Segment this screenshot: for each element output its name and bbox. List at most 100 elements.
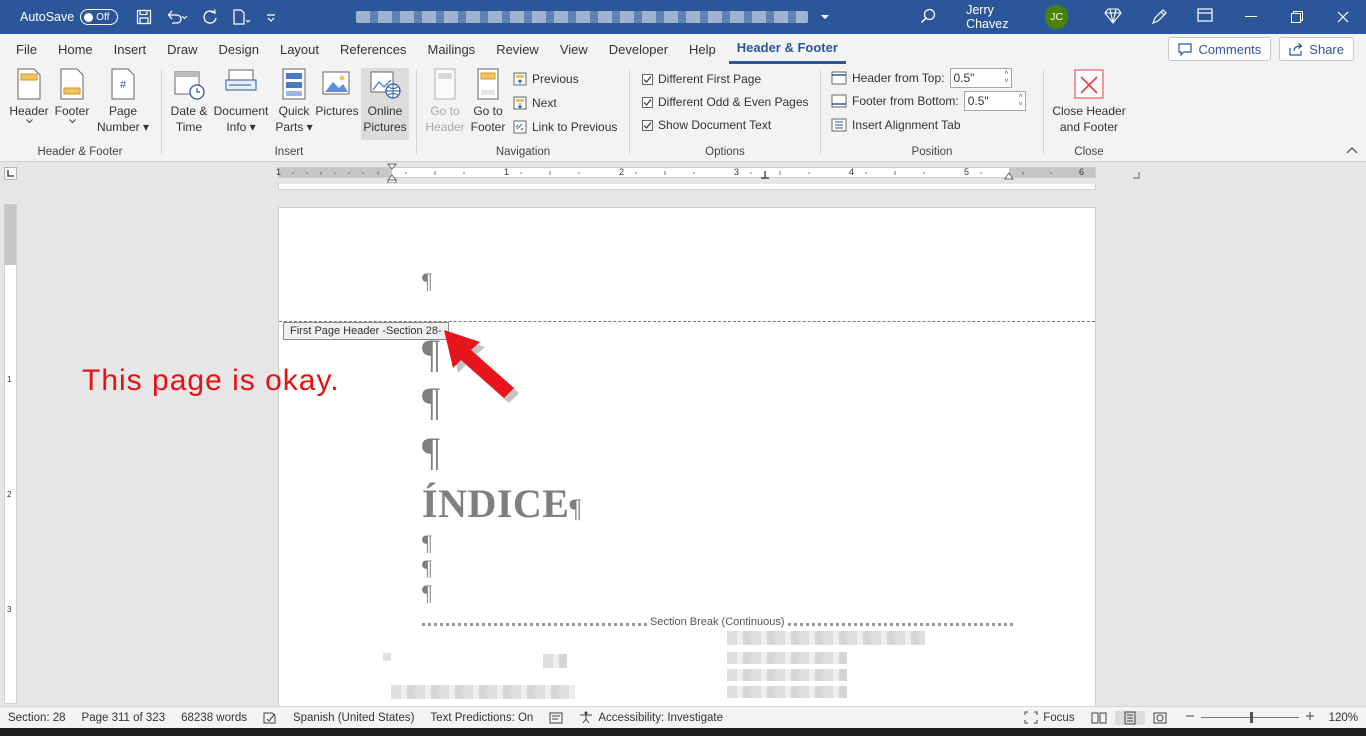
- text-predictions[interactable]: Text Predictions: On: [422, 712, 541, 724]
- autosave-state: Off: [96, 11, 110, 23]
- customize-qat-icon[interactable]: [266, 9, 276, 25]
- next-button[interactable]: Next: [513, 92, 557, 114]
- ruler-strip[interactable]: 1 1 2 3 4 5 6: [276, 167, 1096, 178]
- pictures-button[interactable]: Pictures: [315, 68, 359, 119]
- comments-button[interactable]: Comments: [1168, 37, 1272, 61]
- section-break-label: Section Break (Continuous): [648, 616, 787, 628]
- close-icon[interactable]: [1320, 0, 1366, 34]
- online-pictures-button[interactable]: Online Pictures: [361, 68, 409, 140]
- autosave-label: AutoSave: [20, 10, 75, 24]
- tab-stop-marker[interactable]: [760, 170, 770, 180]
- tab-references[interactable]: References: [332, 34, 414, 64]
- redo-icon[interactable]: [202, 9, 218, 25]
- date-time-button[interactable]: Date & Time: [168, 68, 210, 135]
- previous-button[interactable]: Previous: [513, 68, 579, 90]
- checkbox-checked[interactable]: [642, 119, 653, 131]
- indent-markers[interactable]: [386, 163, 398, 183]
- print-layout-icon[interactable]: [1114, 710, 1145, 725]
- autosave-control[interactable]: AutoSave Off: [20, 9, 119, 25]
- read-mode-icon[interactable]: [1083, 711, 1115, 724]
- footer-button[interactable]: Footer: [52, 68, 92, 127]
- document-page[interactable]: ¶ First Page Header -Section 28- ¶ ¶ ¶ Í…: [278, 207, 1096, 706]
- comment-icon: [1178, 42, 1193, 56]
- word-count[interactable]: 68238 words: [173, 712, 255, 724]
- different-odd-even-checkbox[interactable]: Different Odd & Even Pages: [642, 91, 809, 113]
- autosave-toggle[interactable]: Off: [80, 9, 119, 25]
- page-indicator[interactable]: Page 311 of 323: [74, 712, 174, 724]
- tab-mailings[interactable]: Mailings: [420, 34, 484, 64]
- language-indicator[interactable]: Spanish (United States): [285, 712, 422, 724]
- restore-icon[interactable]: [1274, 0, 1320, 34]
- tab-home[interactable]: Home: [50, 34, 101, 64]
- undo-icon[interactable]: [166, 9, 188, 25]
- blurred-text: [543, 654, 567, 668]
- accessibility-indicator[interactable]: Accessibility: Investigate: [571, 711, 731, 724]
- ruler-number: 2: [7, 490, 12, 499]
- user-name[interactable]: Jerry Chavez: [966, 3, 1035, 31]
- focus-button[interactable]: Focus: [1016, 711, 1082, 724]
- tab-view[interactable]: View: [552, 34, 596, 64]
- insert-alignment-tab-button[interactable]: Insert Alignment Tab: [831, 114, 961, 136]
- avatar[interactable]: JC: [1045, 5, 1068, 29]
- chevron-down-icon[interactable]: [820, 10, 830, 24]
- checkbox-checked[interactable]: [642, 96, 653, 108]
- header-from-top-input[interactable]: 0.5" ˄ ˅: [949, 68, 1012, 88]
- share-button[interactable]: Share: [1279, 37, 1354, 61]
- group-label: Position: [911, 146, 953, 158]
- document-canvas[interactable]: ¶ First Page Header -Section 28- ¶ ¶ ¶ Í…: [24, 184, 1366, 706]
- tab-layout[interactable]: Layout: [272, 34, 327, 64]
- different-odd-even-label: Different Odd & Even Pages: [658, 95, 809, 109]
- tab-design[interactable]: Design: [211, 34, 267, 64]
- tab-review[interactable]: Review: [488, 34, 547, 64]
- go-to-footer-button[interactable]: Go to Footer: [467, 68, 509, 135]
- spinner-arrows[interactable]: ˄ ˅: [1019, 93, 1023, 109]
- tab-selector-icon[interactable]: [4, 167, 17, 180]
- link-to-previous-button[interactable]: Link to Previous: [513, 116, 617, 138]
- quick-parts-button[interactable]: Quick Parts ▾: [272, 68, 316, 135]
- diamond-icon[interactable]: [1090, 8, 1136, 26]
- proofing-icon[interactable]: [255, 712, 285, 724]
- tab-developer[interactable]: Developer: [601, 34, 676, 64]
- zoom-out-icon[interactable]: [1185, 711, 1195, 724]
- different-first-page-checkbox[interactable]: Different First Page: [642, 68, 761, 90]
- checkbox-checked[interactable]: [642, 73, 653, 85]
- zoom-level[interactable]: 120%: [1321, 712, 1366, 724]
- footer-from-bottom-input[interactable]: 0.5" ˄ ˅: [963, 91, 1026, 111]
- show-document-text-checkbox[interactable]: Show Document Text: [642, 114, 771, 136]
- pilcrow-mark: ¶: [422, 555, 432, 580]
- vertical-ruler[interactable]: 1 2 3: [4, 204, 17, 704]
- close-header-footer-button[interactable]: Close Header and Footer: [1049, 68, 1129, 135]
- minimize-icon[interactable]: [1228, 0, 1274, 34]
- tab-file[interactable]: File: [8, 34, 45, 64]
- document-info-button[interactable]: Document Info ▾: [212, 68, 270, 135]
- section-indicator[interactable]: Section: 28: [0, 712, 74, 724]
- tab-header-footer[interactable]: Header & Footer: [728, 34, 846, 64]
- tab-insert[interactable]: Insert: [106, 34, 155, 64]
- right-indent-marker[interactable]: [1003, 170, 1015, 180]
- ruler-ticks: [292, 171, 1052, 175]
- document-title-blurred[interactable]: [356, 11, 809, 23]
- collapse-ribbon-icon[interactable]: [1346, 143, 1358, 157]
- header-label: Header: [9, 104, 49, 118]
- zoom-slider[interactable]: [1200, 712, 1299, 723]
- search-icon[interactable]: [920, 8, 936, 27]
- page-number-button[interactable]: # Page Number ▾: [94, 68, 152, 135]
- zoom-in-icon[interactable]: [1305, 711, 1315, 724]
- tab-draw[interactable]: Draw: [159, 34, 205, 64]
- tab-help[interactable]: Help: [681, 34, 724, 64]
- header-button[interactable]: Header: [8, 68, 50, 127]
- pilcrow-mark: ¶: [422, 379, 441, 424]
- pen-icon[interactable]: [1136, 8, 1182, 26]
- pilcrow-mark: ¶: [422, 331, 441, 376]
- index-heading[interactable]: ÍNDICE¶: [422, 480, 582, 527]
- horizontal-ruler[interactable]: 1 1 2 3 4 5 6: [0, 162, 1366, 184]
- web-layout-icon[interactable]: [1145, 711, 1175, 725]
- new-file-icon[interactable]: [232, 9, 252, 25]
- save-icon[interactable]: [136, 9, 152, 25]
- macro-recording-icon[interactable]: [541, 712, 571, 724]
- link-icon: [513, 120, 527, 134]
- zoom-slider-thumb[interactable]: [1249, 712, 1253, 723]
- go-to-header-button[interactable]: Go to Header: [421, 68, 469, 135]
- spinner-arrows[interactable]: ˄ ˅: [1004, 70, 1008, 86]
- ribbon-display-icon[interactable]: [1182, 8, 1228, 26]
